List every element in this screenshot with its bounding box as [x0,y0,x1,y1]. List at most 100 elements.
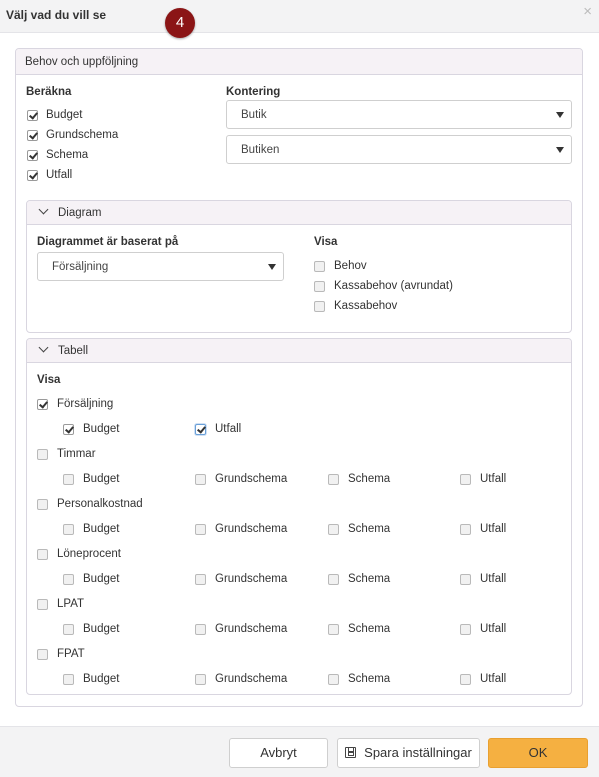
caret-down-icon [556,147,564,153]
kontering-select-butiken-value: Butiken [241,144,280,156]
behov-panel: Behov och uppföljning Beräkna Budget Gru… [15,48,583,707]
kontering-select-butik[interactable]: Butik [226,100,572,129]
tabell-fpat-schema-checkbox[interactable] [328,674,339,685]
tabell-lpat-utfall-checkbox[interactable] [460,624,471,635]
berakna-grundschema-checkbox[interactable] [27,130,38,141]
tabell-loneprocent-grundschema-label: Grundschema [215,573,288,585]
diagram-kassabehov-label: Kassabehov [334,300,398,312]
tabell-forsaljning-label: Försäljning [57,398,114,410]
diagram-kassabehov-avrundat-checkbox[interactable] [314,281,325,292]
tabell-panel: Tabell Visa Försäljning Budget Utfall Ti… [26,338,572,695]
tabell-loneprocent-schema-label: Schema [348,573,391,585]
kontering-label: Kontering [226,86,281,98]
diagram-based-on-value: Försäljning [52,261,109,273]
tabell-lpat-grundschema-checkbox[interactable] [195,624,206,635]
berakna-budget-label: Budget [46,109,83,121]
tabell-personalkostnad-budget-checkbox[interactable] [63,524,74,535]
save-settings-button[interactable]: Spara inställningar [337,738,480,768]
tabell-personalkostnad-utfall-label: Utfall [480,523,507,535]
diagram-kassabehov-avrundat-label: Kassabehov (avrundat) [334,280,453,292]
tabell-lpat-checkbox[interactable] [37,599,48,610]
dialog-body: Behov och uppföljning Beräkna Budget Gru… [0,33,599,726]
tabell-timmar-utfall-checkbox[interactable] [460,474,471,485]
diagram-title: Diagram [58,207,102,219]
tabell-fpat-grundschema-checkbox[interactable] [195,674,206,685]
berakna-schema-checkbox[interactable] [27,150,38,161]
tabell-timmar-checkbox[interactable] [37,449,48,460]
cancel-button[interactable]: Avbryt [229,738,328,768]
tabell-title: Tabell [58,345,89,357]
chevron-down-icon [38,204,49,215]
tabell-lpat-schema-label: Schema [348,623,391,635]
tabell-fpat-utfall-checkbox[interactable] [460,674,471,685]
tabell-personalkostnad-grundschema-checkbox[interactable] [195,524,206,535]
tabell-loneprocent-label: Löneprocent [57,548,121,560]
tabell-forsaljning-budget-label: Budget [83,423,120,435]
tabell-loneprocent-budget-label: Budget [83,573,120,585]
tabell-timmar-utfall-label: Utfall [480,473,507,485]
berakna-utfall-label: Utfall [46,169,73,181]
tabell-fpat-schema-label: Schema [348,673,391,685]
dialog-footer: Avbryt Spara inställningar OK [0,726,599,777]
diagram-visa-label: Visa [314,236,338,248]
floppy-disk-icon [345,747,357,758]
tabell-visa-label: Visa [37,374,61,386]
tabell-timmar-schema-label: Schema [348,473,391,485]
diagram-behov-label: Behov [334,260,367,272]
tabell-personalkostnad-label: Personalkostnad [57,498,143,510]
kontering-select-butiken[interactable]: Butiken [226,135,572,164]
tabell-timmar-grundschema-label: Grundschema [215,473,288,485]
diagram-kassabehov-checkbox[interactable] [314,301,325,312]
tabell-fpat-checkbox[interactable] [37,649,48,660]
tabell-personalkostnad-schema-checkbox[interactable] [328,524,339,535]
dialog-titlebar: Välj vad du vill se × [0,0,599,33]
tabell-loneprocent-utfall-checkbox[interactable] [460,574,471,585]
tabell-loneprocent-budget-checkbox[interactable] [63,574,74,585]
kontering-select-butik-value: Butik [241,109,267,121]
tabell-lpat-utfall-label: Utfall [480,623,507,635]
tabell-fpat-grundschema-label: Grundschema [215,673,288,685]
tabell-loneprocent-grundschema-checkbox[interactable] [195,574,206,585]
ok-button[interactable]: OK [488,738,588,768]
tabell-forsaljning-budget-checkbox[interactable] [63,424,74,435]
tabell-personalkostnad-budget-label: Budget [83,523,120,535]
tabell-personalkostnad-grundschema-label: Grundschema [215,523,288,535]
tabell-fpat-budget-label: Budget [83,673,120,685]
tabell-forsaljning-checkbox[interactable] [37,399,48,410]
tabell-forsaljning-utfall-label: Utfall [215,423,242,435]
save-settings-button-label: Spara inställningar [364,745,472,760]
diagram-behov-checkbox[interactable] [314,261,325,272]
tabell-fpat-budget-checkbox[interactable] [63,674,74,685]
berakna-schema-label: Schema [46,149,89,161]
chevron-down-icon [38,342,49,353]
tabell-fpat-label: FPAT [57,648,85,660]
tabell-panel-header[interactable]: Tabell [27,339,571,363]
diagram-based-on-label: Diagrammet är baserat på [37,236,179,248]
tabell-forsaljning-utfall-checkbox[interactable] [195,424,206,435]
tabell-loneprocent-checkbox[interactable] [37,549,48,560]
step-badge: 4 [165,8,195,38]
tabell-lpat-grundschema-label: Grundschema [215,623,288,635]
caret-down-icon [556,112,564,118]
tabell-timmar-label: Timmar [57,448,96,460]
tabell-timmar-grundschema-checkbox[interactable] [195,474,206,485]
tabell-loneprocent-schema-checkbox[interactable] [328,574,339,585]
tabell-timmar-budget-checkbox[interactable] [63,474,74,485]
diagram-panel-header[interactable]: Diagram [27,201,571,225]
cancel-button-label: Avbryt [260,745,297,760]
tabell-fpat-utfall-label: Utfall [480,673,507,685]
berakna-budget-checkbox[interactable] [27,110,38,121]
tabell-personalkostnad-utfall-checkbox[interactable] [460,524,471,535]
close-icon[interactable]: × [583,4,592,20]
tabell-personalkostnad-schema-label: Schema [348,523,391,535]
tabell-lpat-budget-checkbox[interactable] [63,624,74,635]
behov-panel-title: Behov och uppföljning [16,49,582,75]
ok-button-label: OK [528,745,548,760]
berakna-label: Beräkna [26,86,72,98]
tabell-lpat-budget-label: Budget [83,623,120,635]
tabell-lpat-schema-checkbox[interactable] [328,624,339,635]
berakna-utfall-checkbox[interactable] [27,170,38,181]
tabell-personalkostnad-checkbox[interactable] [37,499,48,510]
tabell-timmar-schema-checkbox[interactable] [328,474,339,485]
diagram-based-on-select[interactable]: Försäljning [37,252,284,281]
